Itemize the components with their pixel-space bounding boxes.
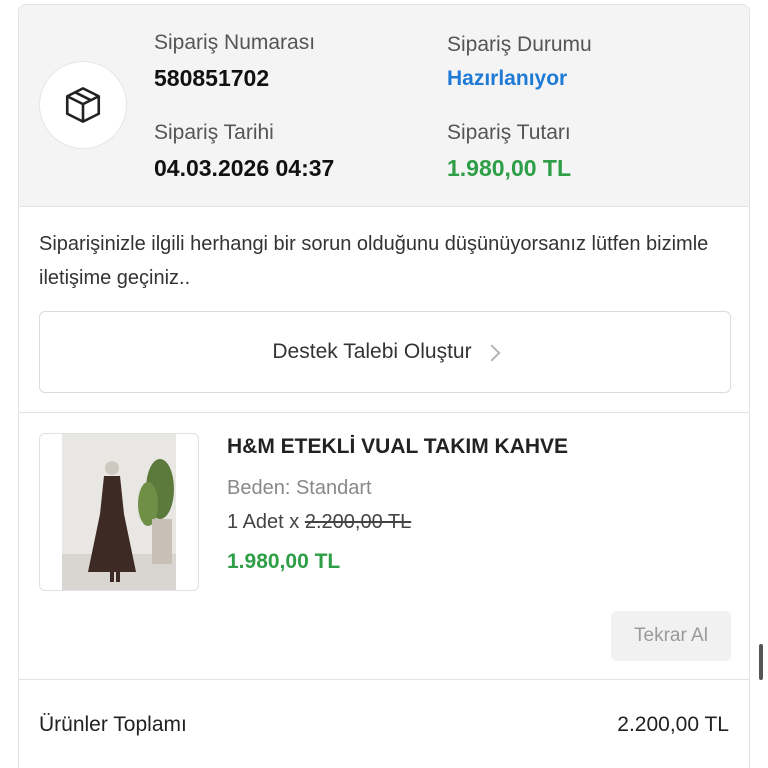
scrollbar[interactable] xyxy=(759,644,763,680)
chevron-right-icon xyxy=(483,344,501,361)
order-date-label: Sipariş Tarihi xyxy=(154,121,274,144)
order-total-value: 1.980,00 TL xyxy=(447,155,572,181)
order-detail-card: Sipariş Numarası 580851702 Sipariş Durum… xyxy=(18,4,750,768)
product-image[interactable] xyxy=(39,433,199,591)
product-quantity: 1 Adet x 2.200,00 TL xyxy=(227,511,411,534)
quantity-multiplier: x xyxy=(289,511,300,533)
products-total-value: 2.200,00 TL xyxy=(617,713,729,736)
reorder-button[interactable]: Tekrar Al xyxy=(611,611,731,661)
section-divider xyxy=(19,679,749,680)
quantity-text: 1 Adet xyxy=(227,511,284,533)
package-box-icon xyxy=(65,87,101,123)
order-status-label: Sipariş Durumu xyxy=(447,33,592,56)
product-price: 1.980,00 TL xyxy=(227,550,341,573)
section-divider xyxy=(19,412,749,413)
order-status-value: Hazırlanıyor xyxy=(447,67,568,90)
support-notice-text: Siparişinizle ilgili herhangi bir sorun … xyxy=(39,233,709,289)
order-total-label: Sipariş Tutarı xyxy=(447,121,571,144)
products-total-label: Ürünler Toplamı xyxy=(39,713,187,736)
order-number-value: 580851702 xyxy=(154,65,270,91)
product-old-price: 2.200,00 TL xyxy=(304,511,412,533)
create-support-ticket-button[interactable]: Destek Talebi Oluştur xyxy=(39,311,731,393)
order-number-label: Sipariş Numarası xyxy=(154,31,316,54)
product-title[interactable]: H&M ETEKLİ VUAL TAKIM KAHVE xyxy=(227,435,568,459)
order-summary-header: Sipariş Numarası 580851702 Sipariş Durum… xyxy=(19,5,749,207)
support-button-label: Destek Talebi Oluştur xyxy=(272,340,472,363)
product-size: Beden: Standart xyxy=(227,477,372,499)
package-icon-circle xyxy=(39,61,127,149)
order-date-value: 04.03.2026 04:37 xyxy=(154,155,335,181)
product-photo xyxy=(62,434,176,590)
